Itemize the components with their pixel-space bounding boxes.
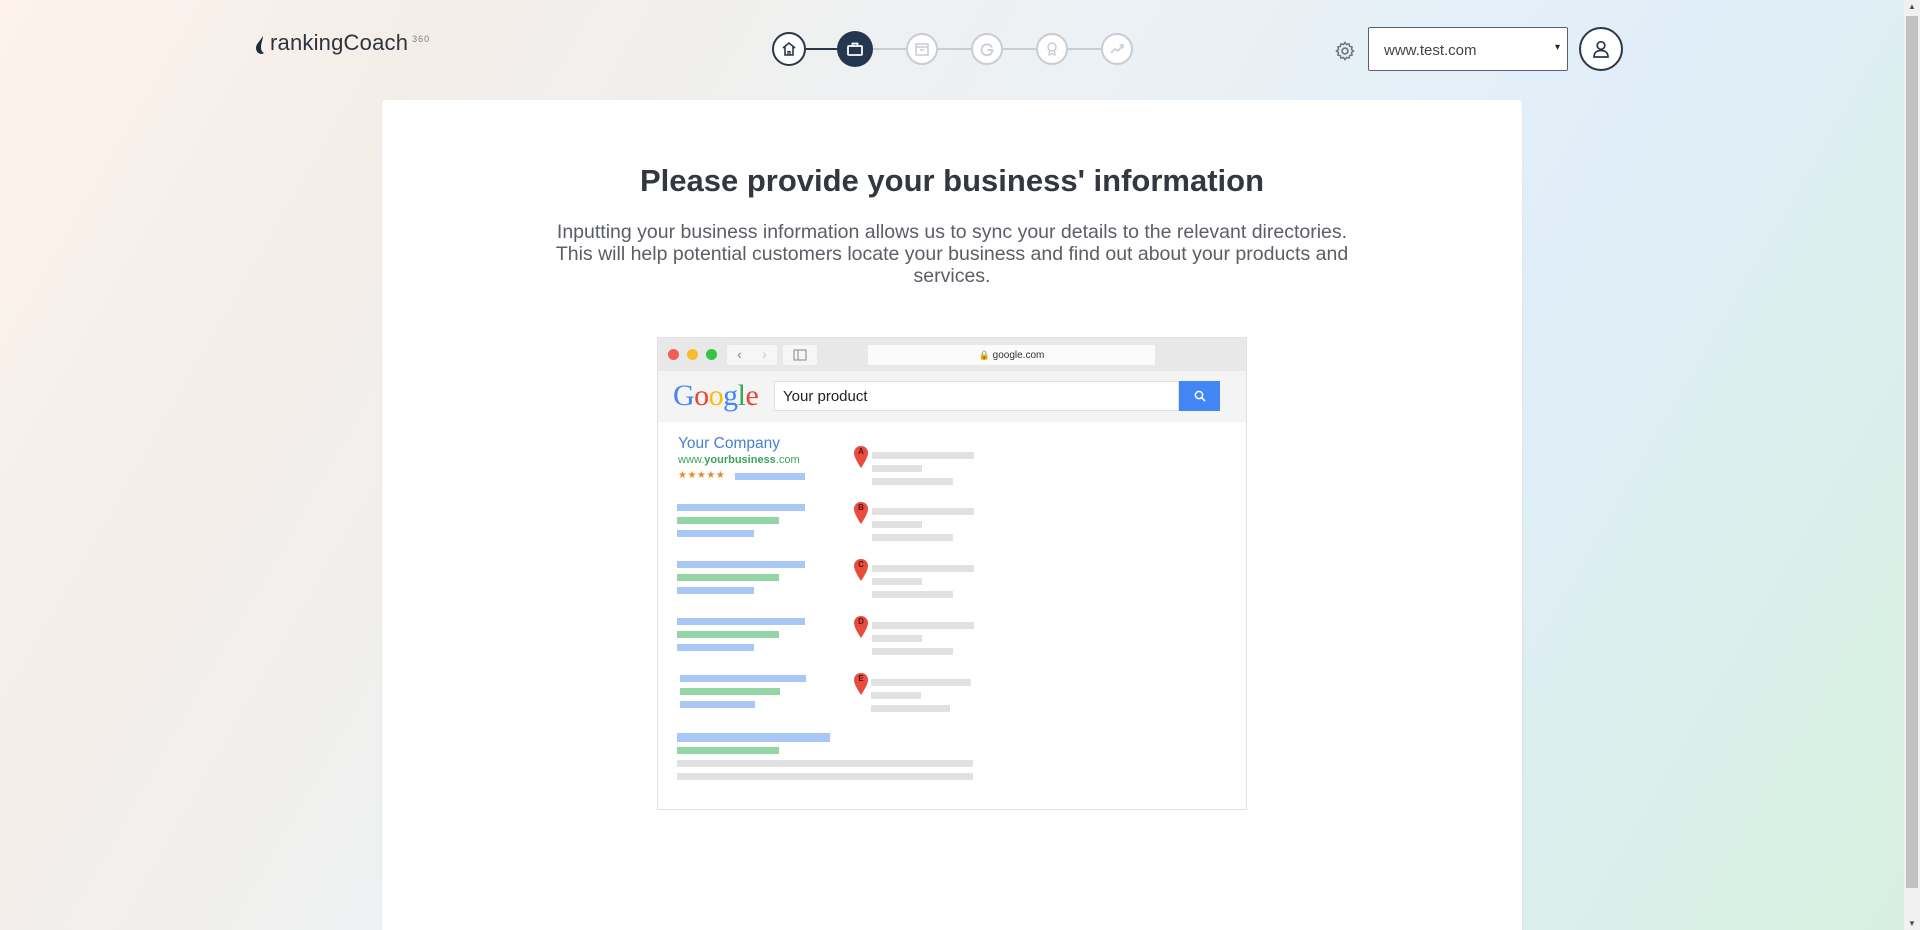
placeholder-line (677, 760, 973, 767)
step-award[interactable] (1036, 33, 1068, 65)
briefcase-icon (847, 42, 863, 56)
vertical-scrollbar[interactable]: ▲ ▼ (1904, 0, 1920, 930)
page-title: Please provide your business' informatio… (639, 163, 1265, 198)
placeholder-line (677, 530, 754, 537)
logo-version: 360 (412, 34, 431, 44)
step-connector (873, 48, 906, 50)
placeholder-line (872, 591, 953, 598)
logo[interactable]: rankingCoach 360 (255, 30, 430, 56)
placeholder-line (677, 561, 805, 568)
placeholder-line (677, 618, 805, 625)
map-pin-icon: A (854, 446, 868, 468)
sidebar-toggle-icon (783, 345, 817, 365)
directory-icon (915, 43, 929, 56)
step-home[interactable] (772, 32, 806, 66)
placeholder-line (872, 521, 922, 528)
step-trend[interactable] (1101, 33, 1133, 65)
placeholder-line (872, 465, 922, 472)
google-logo: Google (673, 379, 759, 412)
map-pin-icon: B (854, 502, 868, 524)
step-directory[interactable] (906, 33, 938, 65)
placeholder-line (872, 534, 953, 541)
placeholder-line (872, 578, 922, 585)
description-line: This will help potential customers locat… (555, 243, 1349, 265)
progress-stepper (772, 31, 1133, 67)
website-select[interactable]: www.test.com ▾ (1368, 27, 1568, 71)
placeholder-line (872, 452, 974, 459)
placeholder-line (680, 688, 780, 695)
trend-icon (1110, 44, 1124, 54)
award-icon (1047, 42, 1057, 57)
step-connector (1068, 48, 1101, 50)
placeholder-line (677, 733, 830, 742)
address-text: google.com (992, 350, 1045, 361)
placeholder-line (872, 478, 953, 485)
gear-icon[interactable] (1334, 40, 1356, 62)
placeholder-line (677, 773, 973, 780)
placeholder-line (677, 631, 779, 638)
search-header: Google Your product (658, 371, 1246, 422)
home-icon (782, 41, 796, 56)
placeholder-line (871, 692, 921, 699)
scroll-down-icon[interactable]: ▼ (1908, 919, 1916, 928)
logo-text: rankingCoach (270, 30, 409, 55)
main-card: Please provide your business' informatio… (382, 100, 1522, 930)
google-icon (980, 43, 994, 57)
placeholder-line (677, 504, 805, 511)
placeholder-line (677, 644, 754, 651)
user-avatar-button[interactable] (1579, 27, 1623, 71)
address-bar: 🔒 google.com (868, 345, 1155, 365)
page-description: Inputting your business information allo… (522, 221, 1382, 287)
description-line: Inputting your business information allo… (556, 221, 1348, 243)
map-pin-icon: D (854, 616, 868, 638)
description-line: services. (913, 265, 991, 287)
chevron-down-icon: ▾ (1554, 42, 1560, 53)
placeholder-line (680, 701, 755, 708)
scroll-up-icon[interactable]: ▲ (1908, 2, 1916, 11)
step-google[interactable] (971, 33, 1003, 65)
placeholder-line (677, 517, 779, 524)
search-results-illustration: ‹ › 🔒 google.com Google Your product You… (657, 337, 1247, 810)
placeholder-line (871, 705, 950, 712)
forward-icon: › (762, 346, 767, 362)
close-dot (668, 349, 679, 360)
map-pin-icon: E (854, 673, 868, 695)
placeholder-line (872, 508, 974, 515)
result-company-url: www.yourbusiness.com (678, 454, 800, 466)
search-box: Your product (774, 381, 1179, 411)
website-select-value: www.test.com (1384, 42, 1477, 59)
placeholder-line (872, 565, 974, 572)
step-business[interactable] (837, 31, 873, 67)
placeholder-line (872, 622, 974, 629)
placeholder-line (735, 473, 805, 480)
placeholder-line (677, 574, 779, 581)
placeholder-line (677, 587, 754, 594)
user-icon (1593, 40, 1609, 58)
result-company-name: Your Company (678, 435, 780, 452)
step-connector (1003, 48, 1036, 50)
step-connector (938, 48, 971, 50)
browser-nav: ‹ › (727, 345, 777, 365)
drop-icon (256, 36, 264, 54)
search-button (1179, 381, 1220, 411)
placeholder-line (680, 675, 806, 682)
lock-icon: 🔒 (978, 350, 990, 360)
placeholder-line (677, 747, 779, 754)
minimize-dot (687, 349, 698, 360)
placeholder-line (872, 635, 922, 642)
scrollbar-thumb[interactable] (1906, 16, 1918, 888)
search-icon (1194, 390, 1206, 402)
step-connector (806, 48, 837, 50)
placeholder-line (871, 679, 971, 686)
result-stars: ★★★★★ (678, 470, 726, 481)
map-pin-icon: C (854, 559, 868, 581)
browser-toolbar: ‹ › 🔒 google.com (658, 338, 1246, 371)
placeholder-line (872, 648, 953, 655)
maximize-dot (706, 349, 717, 360)
back-icon: ‹ (737, 346, 742, 362)
